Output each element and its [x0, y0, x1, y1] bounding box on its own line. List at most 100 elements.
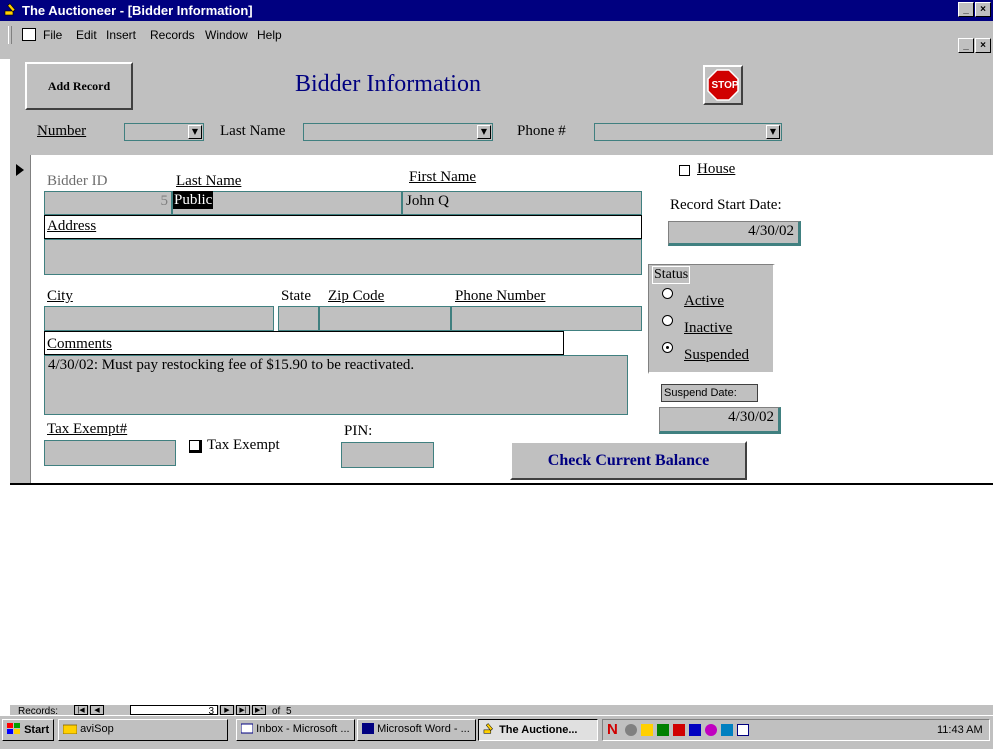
- current-record-arrow-icon: [16, 164, 24, 176]
- first-name-field[interactable]: John Q: [402, 191, 642, 215]
- record-total: 5: [286, 706, 292, 715]
- system-tray: N 11:43 AM: [602, 719, 990, 741]
- tax-exempt-number-label: Tax Exempt#: [47, 421, 128, 437]
- mail-icon[interactable]: [737, 724, 749, 736]
- start-button[interactable]: Start: [2, 719, 54, 741]
- doc-close-button[interactable]: ×: [975, 38, 991, 53]
- first-name-label: First Name: [409, 169, 477, 185]
- stop-label: STOP: [711, 80, 739, 91]
- comments-field[interactable]: 4/30/02: Must pay restocking fee of $15.…: [44, 355, 628, 415]
- current-record-field[interactable]: 3: [130, 705, 218, 715]
- city-field[interactable]: [44, 306, 274, 331]
- bidder-id-label: Bidder ID: [47, 173, 108, 189]
- stop-button[interactable]: STOP: [703, 65, 743, 105]
- city-label: City: [47, 288, 73, 304]
- task-avisop[interactable]: aviSop: [58, 719, 228, 741]
- menu-window[interactable]: Window: [205, 28, 248, 42]
- phone-number-label: Phone Number: [455, 288, 546, 304]
- status-inactive-radio[interactable]: [662, 315, 673, 326]
- last-name-filter-label: Last Name: [220, 123, 286, 139]
- task-word-label: Microsoft Word - ...: [377, 723, 470, 735]
- start-label: Start: [24, 724, 50, 736]
- house-checkbox[interactable]: [679, 165, 690, 176]
- word-icon: [362, 723, 374, 734]
- number-combo[interactable]: ▼: [124, 123, 204, 141]
- state-field[interactable]: [278, 306, 319, 331]
- last-name-value: Public: [173, 191, 214, 209]
- next-record-icon[interactable]: ▶: [220, 705, 234, 715]
- network-icon[interactable]: [625, 724, 637, 736]
- pin-label: PIN:: [344, 423, 373, 439]
- menu-edit[interactable]: Edit: [76, 28, 97, 42]
- pin-field[interactable]: [341, 442, 434, 468]
- status-suspended-radio[interactable]: [662, 342, 673, 353]
- inbox-icon: [240, 723, 254, 734]
- status-suspended-label: Suspended: [684, 347, 749, 363]
- menu-records[interactable]: Records: [150, 28, 195, 42]
- document-icon[interactable]: [22, 28, 36, 41]
- previous-record-icon[interactable]: ◀: [90, 705, 104, 715]
- last-record-icon[interactable]: ▶|: [236, 705, 250, 715]
- form-header: Add Record Bidder Information STOP Numbe…: [10, 59, 993, 155]
- last-name-combo[interactable]: ▼: [303, 123, 493, 141]
- clock: 11:43 AM: [937, 724, 983, 736]
- printer-icon[interactable]: [657, 724, 669, 736]
- title-bar: The Auctioneer - [Bidder Information] _ …: [0, 0, 993, 21]
- check-current-balance-button[interactable]: Check Current Balance: [510, 441, 747, 480]
- chevron-down-icon[interactable]: ▼: [766, 125, 780, 139]
- menu-help[interactable]: Help: [257, 28, 282, 42]
- status-active-label: Active: [684, 293, 724, 309]
- doc-minimize-button[interactable]: _: [958, 38, 974, 53]
- auctioneer-task-icon: [483, 723, 493, 734]
- chevron-down-icon[interactable]: ▼: [188, 125, 202, 139]
- state-label: State: [281, 288, 311, 304]
- phone-combo[interactable]: ▼: [594, 123, 782, 141]
- suspend-date-field[interactable]: 4/30/02: [659, 407, 781, 434]
- status-group: Status Active Inactive Suspended: [648, 264, 775, 374]
- form-footer-area: [10, 483, 993, 713]
- tax-exempt-number-field[interactable]: [44, 440, 176, 466]
- last-name-label: Last Name: [176, 173, 242, 189]
- new-record-icon[interactable]: ▶*: [252, 705, 266, 715]
- zip-code-label: Zip Code: [328, 288, 385, 304]
- bidder-id-field[interactable]: 5: [44, 191, 172, 215]
- search-icon[interactable]: [721, 724, 733, 736]
- tax-exempt-label: Tax Exempt: [207, 437, 280, 453]
- address-field[interactable]: [44, 239, 642, 275]
- task-auctioneer[interactable]: The Auctione...: [478, 719, 598, 741]
- ati-icon[interactable]: [673, 724, 685, 736]
- folder-icon: [62, 724, 78, 735]
- status-group-label: Status: [652, 266, 691, 284]
- task-avisop-label: aviSop: [80, 723, 114, 735]
- last-name-field[interactable]: Public: [172, 191, 402, 215]
- add-record-button[interactable]: Add Record: [25, 62, 133, 110]
- taskbar: Start aviSop Inbox - Microsoft ... Micro…: [0, 715, 993, 749]
- task-word[interactable]: Microsoft Word - ...: [357, 719, 476, 741]
- first-record-icon[interactable]: |◀: [74, 705, 88, 715]
- auctioneer-app-icon: [4, 3, 16, 16]
- chevron-down-icon[interactable]: ▼: [477, 125, 491, 139]
- window-title: The Auctioneer - [Bidder Information]: [22, 3, 253, 18]
- scheduler-icon[interactable]: [689, 724, 701, 736]
- tax-exempt-checkbox[interactable]: [189, 440, 202, 453]
- phone-filter-label: Phone #: [517, 123, 566, 139]
- netscape-icon[interactable]: N: [607, 721, 618, 738]
- volume-icon[interactable]: [641, 724, 653, 736]
- minimize-button[interactable]: _: [958, 2, 974, 17]
- status-active-radio[interactable]: [662, 288, 673, 299]
- task-inbox[interactable]: Inbox - Microsoft ...: [236, 719, 355, 741]
- menu-insert[interactable]: Insert: [106, 28, 136, 42]
- house-label: House: [697, 161, 736, 177]
- menu-file[interactable]: File: [43, 28, 62, 42]
- task-auctioneer-label: The Auctione...: [499, 724, 578, 736]
- zip-code-field[interactable]: [319, 306, 451, 331]
- phone-number-field[interactable]: [451, 306, 642, 331]
- record-start-date-field[interactable]: 4/30/02: [668, 221, 801, 246]
- record-navigation-bar: Records: |◀ ◀ 3 ▶ ▶| ▶* of 5: [10, 705, 993, 715]
- number-filter-label: Number: [37, 123, 87, 139]
- antivirus-icon[interactable]: [705, 724, 717, 736]
- close-button[interactable]: ×: [975, 2, 991, 17]
- windows-logo-icon: [7, 723, 20, 734]
- record-selector[interactable]: [10, 155, 31, 483]
- comments-label-box: Comments: [44, 331, 564, 355]
